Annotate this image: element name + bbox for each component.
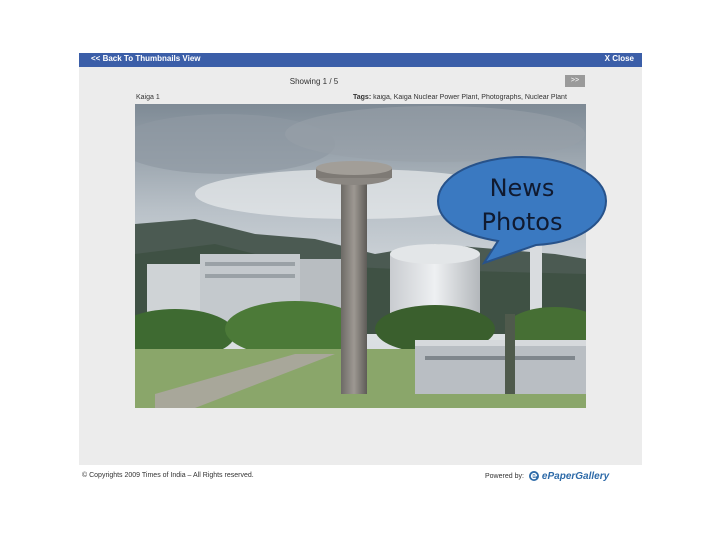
bubble-text: News Photos bbox=[436, 171, 608, 239]
bubble-line-1: News bbox=[489, 174, 555, 202]
powered-by: Powered by: ePaperGallery bbox=[485, 470, 609, 482]
epapergallery-logo[interactable]: ePaperGallery bbox=[528, 470, 609, 482]
brand-name: ePaperGallery bbox=[541, 470, 610, 482]
viewer-top-bar: << Back To Thumbnails View X Close bbox=[79, 53, 642, 67]
photo-tags: Tags: kaiga, Kaiga Nuclear Power Plant, … bbox=[353, 94, 587, 101]
copyright-notice: © Copyrights 2009 Times of India – All R… bbox=[82, 472, 254, 479]
tags-label: Tags: bbox=[353, 94, 372, 101]
tags-value: kaiga, Kaiga Nuclear Power Plant, Photog… bbox=[373, 94, 567, 101]
close-button[interactable]: X Close bbox=[605, 54, 634, 63]
next-photo-button[interactable]: >> bbox=[565, 75, 585, 87]
bubble-line-2: Photos bbox=[481, 208, 563, 236]
photo-counter: Showing 1 / 5 bbox=[289, 77, 339, 86]
news-photos-speech-bubble: News Photos bbox=[436, 155, 608, 265]
photo-caption: Kaiga 1 bbox=[136, 94, 160, 101]
back-to-thumbnails-link[interactable]: << Back To Thumbnails View bbox=[91, 54, 201, 63]
e-logo-icon bbox=[528, 471, 539, 481]
powered-by-label: Powered by: bbox=[485, 472, 524, 480]
